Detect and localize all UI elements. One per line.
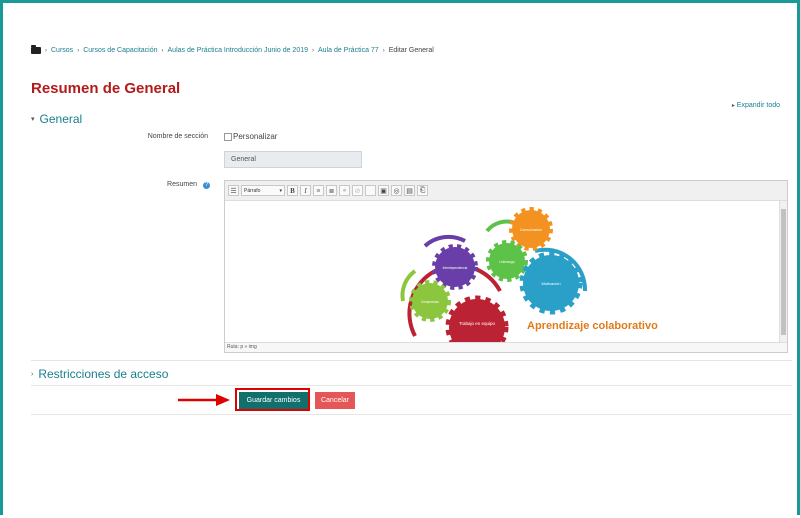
file-icon[interactable]: ▤	[404, 185, 415, 196]
chevron-right-icon: ›	[312, 47, 314, 54]
gear-motivation: Motivación	[519, 251, 583, 315]
breadcrumb-item-capacitacion[interactable]: Cursos de Capacitación	[83, 47, 157, 54]
summary-editor[interactable]: ☰ Párrafo ▾ B I ≡ ≣ ⚭ ⊘ ▣ ◎ ▤ ⎗ Comunica…	[224, 180, 788, 353]
media-icon[interactable]: ◎	[391, 185, 402, 196]
section-general-toggle[interactable]: ▾ General	[31, 112, 82, 126]
image-caption: Aprendizaje colaborativo	[527, 320, 658, 332]
manage-files-icon[interactable]: ⎗	[417, 185, 428, 196]
divider	[31, 360, 792, 361]
link-icon[interactable]: ⚭	[339, 185, 350, 196]
gear-label: Comunicación	[520, 228, 542, 232]
blank-icon	[365, 185, 376, 196]
summary-label: Resumen	[167, 181, 197, 188]
editor-toolbar: ☰ Párrafo ▾ B I ≡ ≣ ⚭ ⊘ ▣ ◎ ▤ ⎗	[225, 181, 787, 201]
chevron-down-icon: ▾	[279, 187, 282, 194]
divider	[31, 385, 792, 386]
image-icon[interactable]: ▣	[378, 185, 389, 196]
gear-label: Liderazgo	[499, 260, 514, 264]
breadcrumb-current: Editar General	[388, 47, 434, 54]
gear-commitment: Compromiso	[409, 280, 451, 322]
section-name-label: Nombre de sección	[147, 133, 208, 140]
bold-icon[interactable]: B	[287, 185, 298, 196]
cancel-button[interactable]: Cancelar	[315, 392, 355, 409]
gear-label: Interdependencia	[443, 266, 468, 270]
gear-label: Motivación	[541, 281, 560, 286]
editor-scrollbar[interactable]	[779, 201, 787, 344]
editor-path: Ruta: p » img	[225, 342, 787, 352]
section-general-title: General	[39, 112, 83, 126]
toolbar-toggle-icon[interactable]: ☰	[228, 185, 239, 196]
arrow-right-icon	[178, 394, 230, 406]
customize-label[interactable]: Personalizar	[233, 132, 277, 141]
page-title: Resumen de General	[31, 80, 181, 97]
breadcrumb-item-aulas[interactable]: Aulas de Práctica Introducción Junio de …	[168, 47, 308, 54]
chevron-down-icon: ▾	[31, 116, 35, 123]
editor-content[interactable]: Comunicación Liderazgo Motivación Interd…	[225, 201, 782, 344]
breadcrumb-item-cursos[interactable]: Cursos	[51, 47, 73, 54]
numbered-list-icon[interactable]: ≣	[326, 185, 337, 196]
divider	[31, 414, 792, 415]
expand-all-link[interactable]: ▸ Expandir todo	[732, 102, 780, 109]
help-icon[interactable]: ?	[203, 182, 210, 189]
customize-checkbox[interactable]	[224, 133, 232, 141]
chevron-right-icon: ▸	[731, 103, 735, 109]
gear-label: Compromiso	[421, 300, 439, 304]
italic-icon[interactable]: I	[300, 185, 311, 196]
section-restrictions-title: Restricciones de acceso	[38, 367, 169, 381]
folder-icon[interactable]	[31, 45, 41, 54]
chevron-right-icon: ›	[77, 47, 80, 54]
chevron-right-icon: ›	[45, 47, 47, 54]
bullet-list-icon[interactable]: ≡	[313, 185, 324, 196]
page: › Cursos › Cursos de Capacitación › Aula…	[0, 0, 800, 515]
gear-communication: Comunicación	[509, 207, 553, 251]
expand-all-label: Expandir todo	[736, 102, 780, 109]
scrollbar-thumb[interactable]	[781, 209, 786, 335]
paragraph-format-value: Párrafo	[244, 187, 261, 194]
breadcrumb: › Cursos › Cursos de Capacitación › Aula…	[31, 45, 434, 54]
chevron-right-icon: ›	[382, 47, 385, 54]
chevron-right-icon: ›	[31, 370, 34, 378]
collaborative-learning-image: Comunicación Liderazgo Motivación Interd…	[400, 207, 658, 344]
save-button[interactable]: Guardar cambios	[239, 392, 308, 409]
chevron-right-icon: ›	[161, 47, 164, 54]
paragraph-format-select[interactable]: Párrafo ▾	[241, 185, 285, 196]
gear-teamwork: Trabajo en equipo	[445, 295, 509, 344]
section-name-field[interactable]: General	[224, 151, 362, 168]
breadcrumb-item-aula[interactable]: Aula de Práctica 77	[318, 47, 379, 54]
section-restrictions-toggle[interactable]: › Restricciones de acceso	[31, 367, 168, 381]
unlink-icon[interactable]: ⊘	[352, 185, 363, 196]
gear-leadership: Liderazgo	[486, 240, 528, 282]
gear-interdependence: Interdependencia	[432, 244, 478, 290]
gear-label: Trabajo en equipo	[459, 321, 496, 326]
